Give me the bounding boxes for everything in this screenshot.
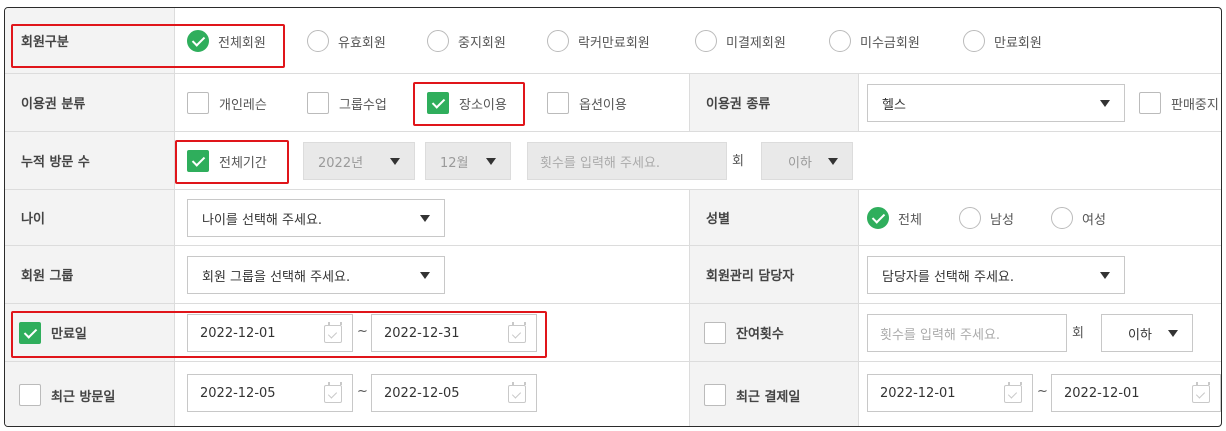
age-gender-row: 나이 나이를 선택해 주세요. 성별 전체 남성 여성 [5, 190, 1221, 246]
manager-select[interactable]: 담당자를 선택해 주세요. [867, 256, 1125, 294]
visit-count-unit: 회 [732, 154, 744, 169]
gender-label: 성별 [689, 190, 859, 245]
checkbox-icon [187, 92, 209, 114]
chevron-down-icon [828, 158, 838, 165]
calendar-icon[interactable] [508, 382, 526, 403]
expiry-to-date[interactable]: 2022-12-31 [371, 314, 537, 352]
calendar-icon[interactable] [1192, 382, 1210, 403]
visit-compare-select[interactable]: 이하 [761, 142, 853, 180]
radio-icon [427, 30, 449, 52]
ticket-category-label: 이용권 분류 [5, 74, 175, 131]
checkbox-icon [307, 92, 329, 114]
radio-gender-female[interactable]: 여성 [1051, 207, 1106, 229]
member-type-label: 회원구분 [5, 8, 175, 73]
checkbox-recent-payment[interactable]: 최근 결제일 [704, 384, 800, 406]
chevron-down-icon [390, 158, 400, 165]
recent-payment-from-date[interactable]: 2022-12-01 [867, 374, 1033, 412]
chevron-down-icon [1100, 100, 1110, 107]
calendar-icon[interactable] [1004, 382, 1022, 403]
remaining-count-input[interactable]: 횟수를 입력해 주세요. [867, 314, 1067, 352]
checkbox-icon [547, 92, 569, 114]
radio-all-members[interactable]: 전체회원 [187, 30, 266, 52]
radio-icon [829, 30, 851, 52]
chevron-down-icon [486, 158, 496, 165]
checkbox-icon [704, 321, 726, 344]
ticket-category-row: 이용권 분류 개인레슨 그룹수업 장소이용 옵션이용 이용권 종류 헬스 판매중… [5, 74, 1221, 132]
radio-icon [959, 207, 981, 229]
radio-icon [695, 30, 717, 52]
recent-visit-to-date[interactable]: 2022-12-05 [371, 374, 537, 412]
radio-checked-icon [867, 207, 889, 229]
chevron-down-icon [1168, 330, 1178, 337]
radio-icon [963, 30, 985, 52]
age-select[interactable]: 나이를 선택해 주세요. [187, 199, 445, 237]
visit-count-input[interactable]: 횟수를 입력해 주세요. [527, 142, 727, 180]
recent-visit-label-cell: 최근 방문일 [5, 362, 175, 426]
recent-visit-from-date[interactable]: 2022-12-05 [187, 374, 353, 412]
expiry-label-cell: 만료일 [5, 304, 175, 361]
radio-expired-members[interactable]: 만료회원 [963, 30, 1042, 52]
member-filter-panel: 회원구분 전체회원 유효회원 중지회원 락커만료회원 미결제회원 미수금회원 만… [4, 7, 1222, 427]
ticket-type-label: 이용권 종류 [689, 74, 859, 131]
checkbox-checked-icon [19, 321, 41, 344]
chevron-down-icon [420, 272, 430, 279]
recent-payment-label-cell: 최근 결제일 [689, 362, 859, 426]
visits-label: 누적 방문 수 [5, 132, 175, 189]
calendar-icon[interactable] [324, 322, 342, 343]
checkbox-all-period[interactable]: 전체기간 [187, 150, 267, 172]
visits-row: 누적 방문 수 전체기간 2022년 12월 횟수를 입력해 주세요. 회 이하 [5, 132, 1221, 190]
radio-unpaid-members[interactable]: 미결제회원 [695, 30, 786, 52]
calendar-icon[interactable] [324, 382, 342, 403]
group-manager-row: 회원 그룹 회원 그룹을 선택해 주세요. 회원관리 담당자 담당자를 선택해 … [5, 246, 1221, 304]
checkbox-expiry[interactable]: 만료일 [19, 321, 87, 344]
checkbox-recent-visit[interactable]: 최근 방문일 [19, 384, 115, 406]
checkbox-remaining[interactable]: 잔여횟수 [704, 321, 784, 344]
manager-label: 회원관리 담당자 [689, 246, 859, 303]
member-group-label: 회원 그룹 [5, 246, 175, 303]
recent-dates-row: 최근 방문일 2022-12-05 ~ 2022-12-05 최근 결제일 20… [5, 362, 1221, 426]
radio-gender-male[interactable]: 남성 [959, 207, 1014, 229]
checkbox-icon [1139, 92, 1161, 114]
recent-payment-to-date[interactable]: 2022-12-01 [1051, 374, 1221, 412]
radio-checked-icon [187, 30, 209, 52]
remaining-compare-select[interactable]: 이하 [1101, 314, 1193, 352]
checkbox-checked-icon [427, 92, 449, 114]
checkbox-personal-lesson[interactable]: 개인레슨 [187, 92, 267, 114]
checkbox-checked-icon [187, 150, 209, 172]
checkbox-sale-stopped[interactable]: 판매중지 [1139, 92, 1219, 114]
radio-valid-members[interactable]: 유효회원 [307, 30, 386, 52]
date-range-tilde: ~ [357, 324, 368, 339]
expiry-from-date[interactable]: 2022-12-01 [187, 314, 353, 352]
checkbox-icon [704, 384, 726, 406]
checkbox-icon [19, 384, 41, 406]
radio-locker-expired-members[interactable]: 락커만료회원 [547, 30, 650, 52]
radio-icon [307, 30, 329, 52]
date-range-tilde: ~ [1037, 384, 1048, 399]
age-label: 나이 [5, 190, 175, 245]
member-group-select[interactable]: 회원 그룹을 선택해 주세요. [187, 256, 445, 294]
year-select[interactable]: 2022년 [303, 142, 415, 180]
radio-gender-all[interactable]: 전체 [867, 207, 922, 229]
radio-icon [547, 30, 569, 52]
member-type-row: 회원구분 전체회원 유효회원 중지회원 락커만료회원 미결제회원 미수금회원 만… [5, 8, 1221, 74]
date-range-tilde: ~ [357, 384, 368, 399]
checkbox-facility-use[interactable]: 장소이용 [427, 92, 507, 114]
checkbox-option-use[interactable]: 옵션이용 [547, 92, 627, 114]
radio-suspended-members[interactable]: 중지회원 [427, 30, 506, 52]
month-select[interactable]: 12월 [425, 142, 511, 180]
remaining-label-cell: 잔여횟수 [689, 304, 859, 361]
checkbox-group-class[interactable]: 그룹수업 [307, 92, 387, 114]
chevron-down-icon [1100, 272, 1110, 279]
chevron-down-icon [420, 215, 430, 222]
calendar-icon[interactable] [508, 322, 526, 343]
radio-icon [1051, 207, 1073, 229]
radio-receivable-members[interactable]: 미수금회원 [829, 30, 920, 52]
ticket-type-select[interactable]: 헬스 [867, 84, 1125, 122]
remaining-count-unit: 회 [1072, 326, 1084, 341]
expiry-row: 만료일 2022-12-01 ~ 2022-12-31 잔여횟수 횟수를 입력해… [5, 304, 1221, 362]
